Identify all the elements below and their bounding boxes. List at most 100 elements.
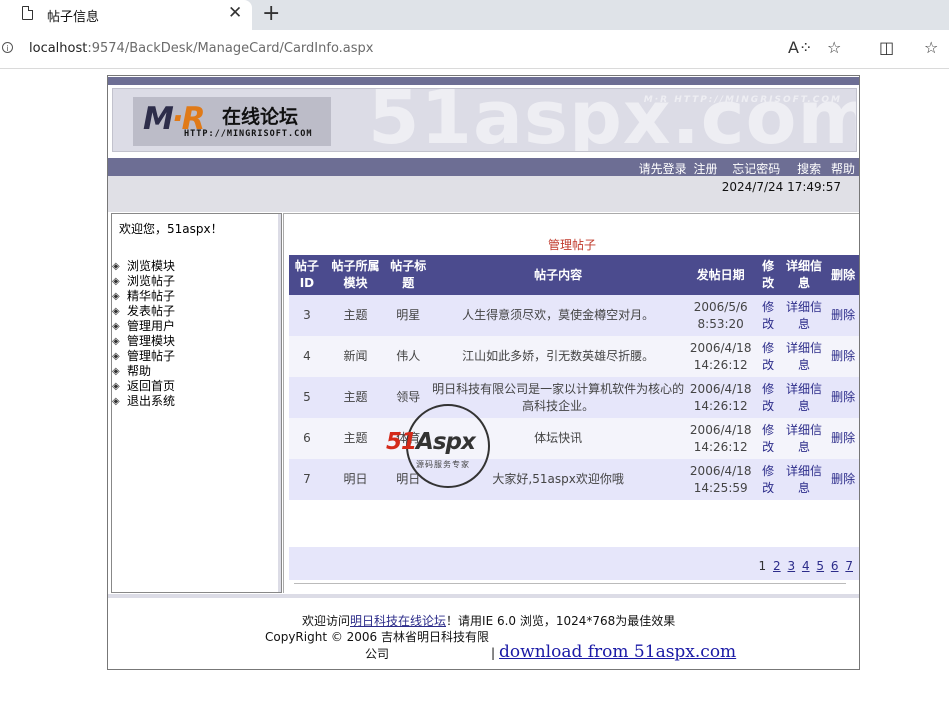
cell-content: 人生得意须尽欢，莫使金樽空对月。 — [430, 295, 686, 336]
footer-visit-line: 欢迎访问明日科技在线论坛！请用IE 6.0 浏览，1024*768为最佳效果 — [302, 614, 676, 628]
logo-text: 在线论坛 — [222, 106, 299, 128]
browser-tab-bar: 帖子信息 ✕ + — [0, 0, 949, 30]
read-aloud-icon[interactable]: A⁘ — [788, 38, 812, 57]
table-row: 4 新闻 伟人 江山如此多娇，引无数英雄尽折腰。 2006/4/18 14:26… — [289, 336, 859, 377]
sidebar-item-browse-posts[interactable]: 浏览帖子 — [112, 274, 175, 289]
url-field[interactable]: localhost:9574/BackDesk/ManageCard/CardI… — [29, 41, 374, 56]
cell-id: 5 — [289, 377, 325, 418]
cell-id: 4 — [289, 336, 325, 377]
pager-link[interactable]: 7 — [845, 559, 853, 573]
site-logo[interactable]: M·R 在线论坛 HTTP://MINGRISOFT.COM — [133, 97, 331, 146]
date-bar: 2024/7/24 17:49:57 — [108, 176, 859, 212]
edit-link[interactable]: 修改 — [755, 295, 781, 336]
sidebar-item-manage-posts[interactable]: 管理帖子 — [112, 349, 175, 364]
table-row: 5 主题 领导 明日科技有限公司是一家以计算机软件为核心的高科技企业。 2006… — [289, 377, 859, 418]
split-screen-icon[interactable]: ◫ — [879, 38, 894, 57]
cell-content: 大家好,51aspx欢迎你哦 — [430, 459, 686, 500]
delete-link[interactable]: 删除 — [827, 459, 859, 500]
logo-url: HTTP://MINGRISOFT.COM — [184, 129, 313, 139]
sidebar-item-manage-users[interactable]: 管理用户 — [112, 319, 175, 334]
sidebar-item-home[interactable]: 返回首页 — [112, 379, 175, 394]
sidebar-item-help[interactable]: 帮助 — [112, 364, 175, 379]
cell-title: 领导 — [386, 377, 431, 418]
cell-id: 6 — [289, 418, 325, 459]
nav-bar: 请先登录 注册 忘记密码 搜索 帮助 — [108, 158, 859, 176]
cell-title: 明日 — [386, 459, 431, 500]
tab-title: 帖子信息 — [47, 10, 100, 25]
welcome-text: 欢迎您，51aspx！ — [119, 222, 223, 236]
page-frame: 51aspx.com M·R HTTP://MINGRISOFT.COM M·R… — [107, 75, 860, 670]
sidebar-item-logout[interactable]: 退出系统 — [112, 394, 175, 409]
nav-search-link[interactable]: 搜索 — [797, 162, 821, 176]
detail-link[interactable]: 详细信息 — [780, 336, 828, 377]
current-datetime: 2024/7/24 17:49:57 — [721, 180, 841, 194]
sidebar-menu: 浏览模块 浏览帖子 精华帖子 发表帖子 管理用户 管理模块 管理帖子 帮助 返回… — [112, 259, 175, 409]
header-content: 帖子内容 — [430, 255, 686, 295]
cell-title: 明星 — [386, 295, 431, 336]
cell-module: 明日 — [324, 459, 387, 500]
cell-id: 3 — [289, 295, 325, 336]
cell-module: 主题 — [324, 418, 387, 459]
top-stripe — [108, 77, 859, 85]
table-row: 7 明日 明日 大家好,51aspx欢迎你哦 2006/4/18 14:25:5… — [289, 459, 859, 500]
cell-id: 7 — [289, 459, 325, 500]
favorite-star-icon[interactable]: ☆ — [827, 38, 841, 57]
header-edit: 修改 — [755, 255, 781, 295]
footer-copyright: CopyRight © 2006 吉林省明日科技有限公司 — [264, 630, 490, 661]
pager-link[interactable]: 6 — [831, 559, 839, 573]
site-info-icon[interactable]: i — [2, 42, 13, 53]
edit-link[interactable]: 修改 — [755, 418, 781, 459]
header-detail: 详细信息 — [780, 255, 828, 295]
banner-watermark-small: M·R HTTP://MINGRISOFT.COM — [643, 95, 842, 105]
site-banner: 51aspx.com M·R HTTP://MINGRISOFT.COM M·R… — [112, 88, 857, 152]
sidebar-item-manage-modules[interactable]: 管理模块 — [112, 334, 175, 349]
edit-link[interactable]: 修改 — [755, 336, 781, 377]
main-panel: 管理帖子 帖子ID 帖子所属模块 帖子标题 帖子内容 发帖日期 修改 详细信息 … — [283, 213, 859, 593]
nav-register-link[interactable]: 注册 — [693, 162, 717, 176]
detail-link[interactable]: 详细信息 — [780, 377, 828, 418]
sidebar-item-browse-modules[interactable]: 浏览模块 — [112, 259, 175, 274]
sidebar-item-featured-posts[interactable]: 精华帖子 — [112, 289, 175, 304]
delete-link[interactable]: 删除 — [827, 377, 859, 418]
delete-link[interactable]: 删除 — [827, 418, 859, 459]
sidebar: 欢迎您，51aspx！ 浏览模块 浏览帖子 精华帖子 发表帖子 管理用户 管理模… — [111, 213, 282, 593]
cell-title: 伟人 — [386, 336, 431, 377]
cell-title: 体育 — [386, 418, 431, 459]
delete-link[interactable]: 删除 — [827, 336, 859, 377]
delete-link[interactable]: 删除 — [827, 295, 859, 336]
cell-content: 体坛快讯 — [430, 418, 686, 459]
detail-link[interactable]: 详细信息 — [780, 418, 828, 459]
address-bar: i localhost:9574/BackDesk/ManageCard/Car… — [0, 30, 949, 69]
page-title: 管理帖子 — [547, 238, 596, 252]
favorites-icon[interactable]: ☆ — [924, 38, 938, 57]
footer-forum-link[interactable]: 明日科技在线论坛 — [350, 614, 446, 628]
sidebar-item-new-post[interactable]: 发表帖子 — [112, 304, 175, 319]
cell-date: 2006/4/18 14:26:12 — [685, 336, 756, 377]
sidebar-rail — [278, 214, 281, 592]
pager-link[interactable]: 3 — [787, 559, 795, 573]
close-tab-icon[interactable]: ✕ — [228, 3, 242, 23]
pager-link[interactable]: 4 — [802, 559, 810, 573]
browser-tab[interactable]: 帖子信息 ✕ — [0, 0, 252, 30]
header-id: 帖子ID — [289, 255, 325, 295]
nav-login-link[interactable]: 请先登录 — [639, 162, 687, 176]
pager-current-page: 1 — [758, 559, 767, 573]
pager-link[interactable]: 2 — [773, 559, 781, 573]
table-row: 3 主题 明星 人生得意须尽欢，莫使金樽空对月。 2006/5/6 8:53:2… — [289, 295, 859, 336]
footer-separator: | — [491, 646, 496, 660]
cell-module: 主题 — [324, 377, 387, 418]
pager-link[interactable]: 5 — [816, 559, 824, 573]
new-tab-icon[interactable]: + — [262, 1, 280, 26]
nav-help-link[interactable]: 帮助 — [831, 162, 855, 176]
nav-forgot-password-link[interactable]: 忘记密码 — [732, 162, 780, 176]
pager: 1 2 3 4 5 6 7 — [289, 547, 859, 580]
page-icon — [22, 6, 33, 20]
edit-link[interactable]: 修改 — [755, 377, 781, 418]
detail-link[interactable]: 详细信息 — [780, 295, 828, 336]
detail-link[interactable]: 详细信息 — [780, 459, 828, 500]
cell-module: 主题 — [324, 295, 387, 336]
download-link[interactable]: download from 51aspx.com — [499, 642, 736, 662]
edit-link[interactable]: 修改 — [755, 459, 781, 500]
header-date: 发帖日期 — [685, 255, 756, 295]
table-row: 6 主题 体育 体坛快讯 2006/4/18 14:26:12 修改 详细信息 … — [289, 418, 859, 459]
